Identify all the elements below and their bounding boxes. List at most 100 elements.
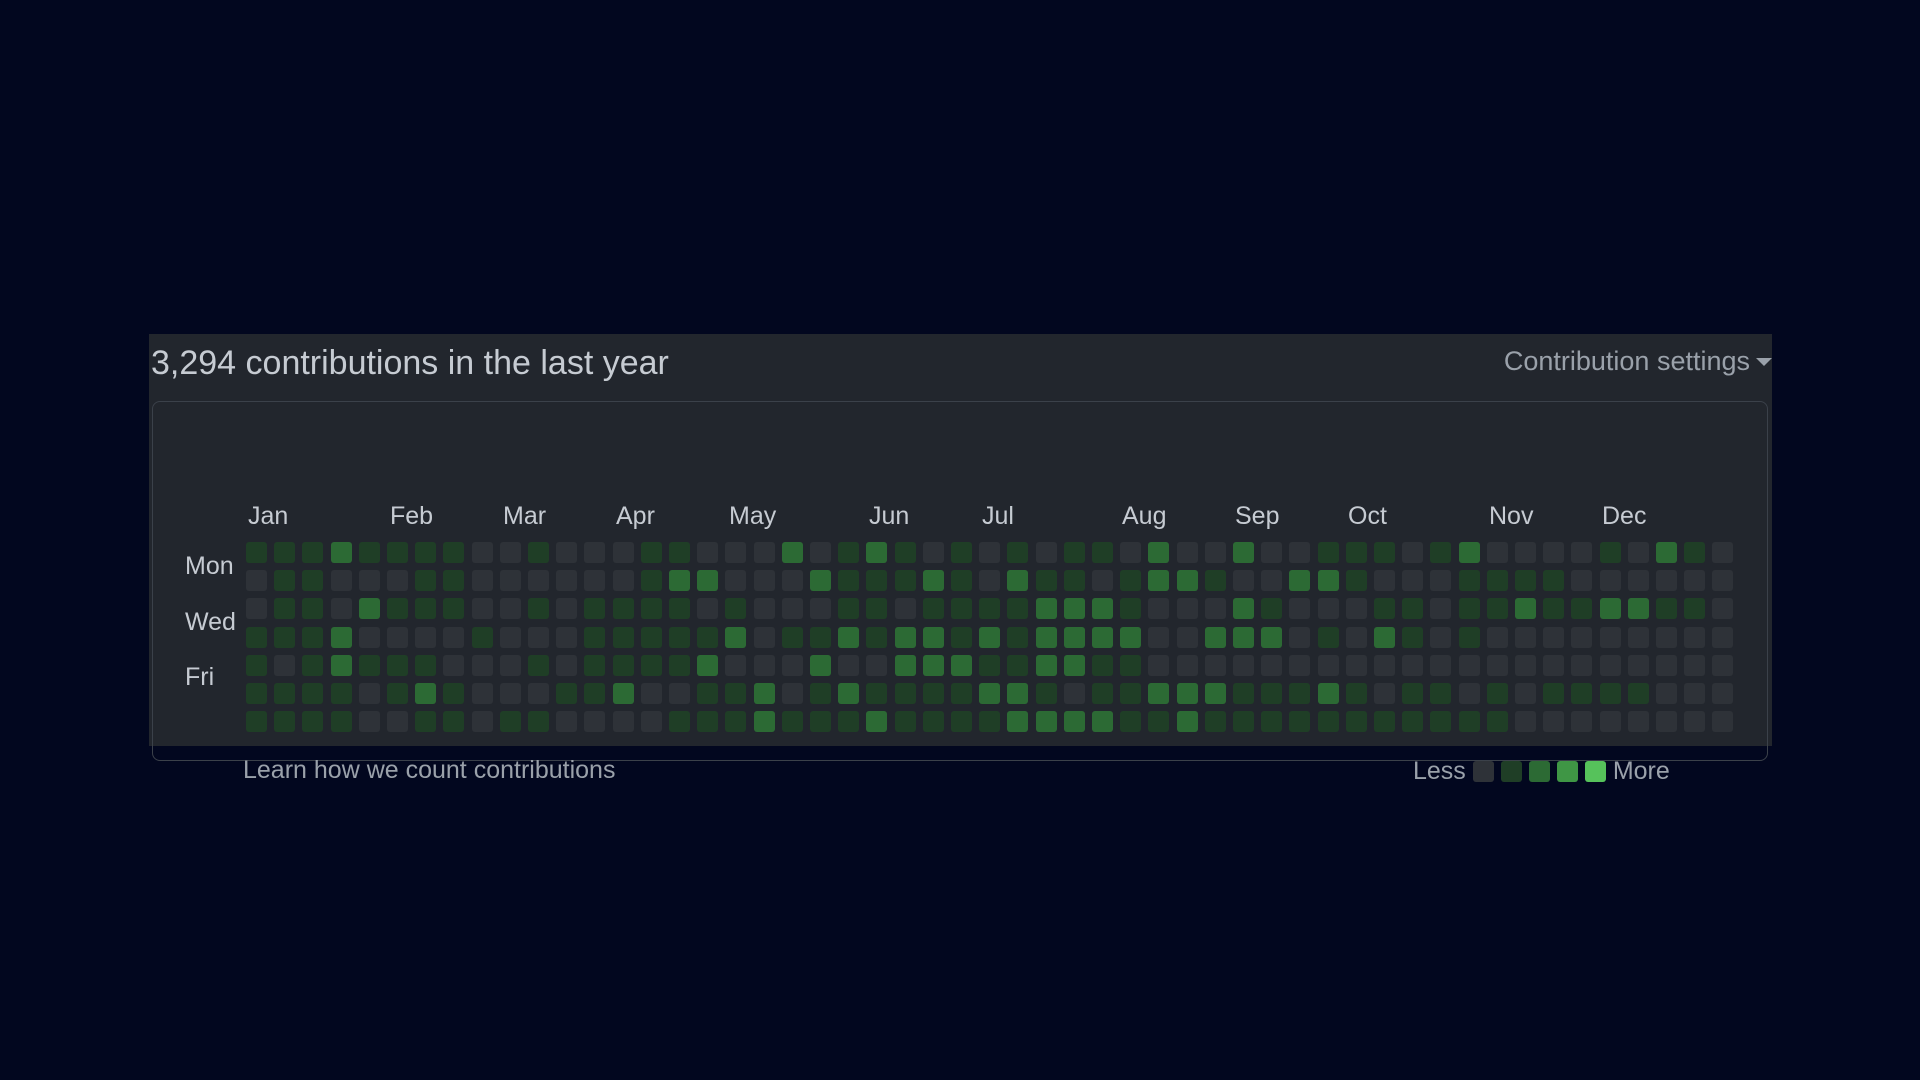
contribution-cell[interactable] xyxy=(641,542,662,563)
contribution-cell[interactable] xyxy=(1684,627,1705,648)
contribution-cell[interactable] xyxy=(1148,655,1169,676)
contribution-cell[interactable] xyxy=(754,627,775,648)
contribution-cell[interactable] xyxy=(415,683,436,704)
contribution-cell[interactable] xyxy=(1402,627,1423,648)
contribution-cell[interactable] xyxy=(1656,627,1677,648)
contribution-cell[interactable] xyxy=(1346,542,1367,563)
contribution-cell[interactable] xyxy=(246,627,267,648)
contribution-cell[interactable] xyxy=(1092,542,1113,563)
contribution-cell[interactable] xyxy=(895,683,916,704)
contribution-cell[interactable] xyxy=(866,598,887,619)
contribution-cell[interactable] xyxy=(472,683,493,704)
contribution-cell[interactable] xyxy=(1515,598,1536,619)
contribution-cell[interactable] xyxy=(1233,598,1254,619)
contribution-cell[interactable] xyxy=(387,570,408,591)
contribution-cell[interactable] xyxy=(1543,542,1564,563)
contribution-cell[interactable] xyxy=(1092,570,1113,591)
contribution-cell[interactable] xyxy=(810,711,831,732)
contribution-cell[interactable] xyxy=(810,598,831,619)
contribution-cell[interactable] xyxy=(782,542,803,563)
contribution-cell[interactable] xyxy=(725,627,746,648)
contribution-cell[interactable] xyxy=(641,655,662,676)
contribution-cell[interactable] xyxy=(1571,598,1592,619)
contribution-cell[interactable] xyxy=(641,711,662,732)
contribution-cell[interactable] xyxy=(1628,598,1649,619)
contribution-cell[interactable] xyxy=(331,598,352,619)
contribution-cell[interactable] xyxy=(443,683,464,704)
contribution-cell[interactable] xyxy=(1092,598,1113,619)
contribution-cell[interactable] xyxy=(415,570,436,591)
contribution-cell[interactable] xyxy=(669,655,690,676)
contribution-cell[interactable] xyxy=(359,542,380,563)
contribution-cell[interactable] xyxy=(1515,711,1536,732)
contribution-cell[interactable] xyxy=(500,570,521,591)
contribution-cell[interactable] xyxy=(584,655,605,676)
contribution-cell[interactable] xyxy=(1374,598,1395,619)
contribution-cell[interactable] xyxy=(1374,711,1395,732)
contribution-cell[interactable] xyxy=(1459,627,1480,648)
contribution-cell[interactable] xyxy=(866,683,887,704)
contribution-cell[interactable] xyxy=(1318,711,1339,732)
contribution-cell[interactable] xyxy=(1402,598,1423,619)
contribution-cell[interactable] xyxy=(584,542,605,563)
contribution-cell[interactable] xyxy=(1487,627,1508,648)
contribution-cell[interactable] xyxy=(1233,542,1254,563)
contribution-cell[interactable] xyxy=(1684,655,1705,676)
contribution-cell[interactable] xyxy=(1346,598,1367,619)
contribution-cell[interactable] xyxy=(472,598,493,619)
contribution-cell[interactable] xyxy=(1571,542,1592,563)
contribution-cell[interactable] xyxy=(1684,598,1705,619)
contribution-cell[interactable] xyxy=(1007,542,1028,563)
contribution-cell[interactable] xyxy=(331,683,352,704)
contribution-cell[interactable] xyxy=(1261,683,1282,704)
contribution-cell[interactable] xyxy=(838,627,859,648)
contribution-cell[interactable] xyxy=(500,627,521,648)
contribution-cell[interactable] xyxy=(1430,570,1451,591)
contribution-cell[interactable] xyxy=(1684,570,1705,591)
contribution-cell[interactable] xyxy=(782,570,803,591)
contribution-cell[interactable] xyxy=(274,711,295,732)
contribution-cell[interactable] xyxy=(1205,711,1226,732)
contribution-cell[interactable] xyxy=(1064,570,1085,591)
contribution-cell[interactable] xyxy=(1600,542,1621,563)
contribution-cell[interactable] xyxy=(472,655,493,676)
contribution-cell[interactable] xyxy=(669,542,690,563)
contribution-cell[interactable] xyxy=(1571,683,1592,704)
contribution-cell[interactable] xyxy=(1007,627,1028,648)
contribution-cell[interactable] xyxy=(387,542,408,563)
contribution-cell[interactable] xyxy=(1346,627,1367,648)
contribution-cell[interactable] xyxy=(1543,570,1564,591)
contribution-cell[interactable] xyxy=(669,627,690,648)
contribution-cell[interactable] xyxy=(1289,683,1310,704)
contribution-cell[interactable] xyxy=(331,655,352,676)
contribution-cell[interactable] xyxy=(1430,655,1451,676)
contribution-cell[interactable] xyxy=(1712,655,1733,676)
contribution-cell[interactable] xyxy=(528,683,549,704)
contribution-cell[interactable] xyxy=(1064,683,1085,704)
contribution-cell[interactable] xyxy=(1459,598,1480,619)
contribution-cell[interactable] xyxy=(866,627,887,648)
contribution-cell[interactable] xyxy=(1233,570,1254,591)
contribution-cell[interactable] xyxy=(923,542,944,563)
contribution-cell[interactable] xyxy=(331,570,352,591)
contribution-cell[interactable] xyxy=(302,598,323,619)
contribution-cell[interactable] xyxy=(1120,655,1141,676)
contribution-cell[interactable] xyxy=(556,570,577,591)
contribution-cell[interactable] xyxy=(1092,655,1113,676)
contribution-cell[interactable] xyxy=(923,598,944,619)
contribution-cell[interactable] xyxy=(1374,570,1395,591)
contribution-cell[interactable] xyxy=(641,570,662,591)
contribution-cell[interactable] xyxy=(923,711,944,732)
contribution-cell[interactable] xyxy=(1402,655,1423,676)
contribution-cell[interactable] xyxy=(951,542,972,563)
contribution-cell[interactable] xyxy=(1120,598,1141,619)
contribution-cell[interactable] xyxy=(528,711,549,732)
contribution-cell[interactable] xyxy=(415,655,436,676)
contribution-cell[interactable] xyxy=(302,711,323,732)
contribution-cell[interactable] xyxy=(895,598,916,619)
contribution-cell[interactable] xyxy=(754,570,775,591)
contribution-cell[interactable] xyxy=(387,683,408,704)
contribution-settings-dropdown[interactable]: Contribution settings xyxy=(1504,346,1772,377)
contribution-cell[interactable] xyxy=(556,655,577,676)
contribution-cell[interactable] xyxy=(500,711,521,732)
